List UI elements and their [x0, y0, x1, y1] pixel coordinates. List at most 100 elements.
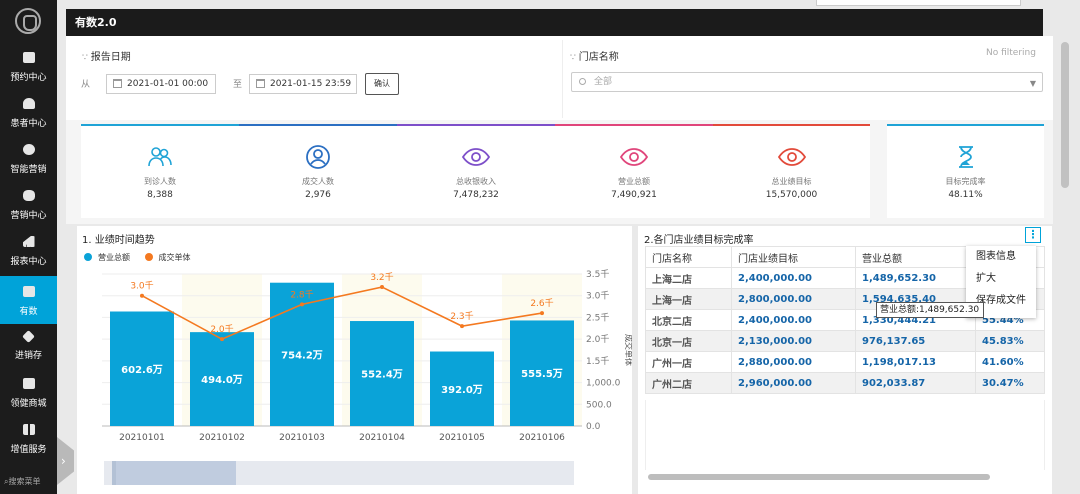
- x-tick-label: 20210103: [279, 433, 325, 443]
- sidebar-item-patients[interactable]: 患者中心: [0, 90, 57, 135]
- bar-data-label: 602.6万: [121, 364, 163, 376]
- x-tick-label: 20210101: [119, 433, 165, 443]
- x-tick-label: 20210106: [519, 433, 565, 443]
- sidebar-item-reports[interactable]: 报表中心: [0, 228, 57, 273]
- col-header[interactable]: 营业总额: [855, 246, 976, 268]
- sidebar: 预约中心 患者中心 智能营销 营销中心 报表中心 有数 进销存 领健商城 增值服…: [0, 0, 57, 494]
- line-data-label: 3.2千: [370, 272, 393, 283]
- kpi-target: 总业绩目标 15,570,000: [713, 124, 870, 218]
- y2-tick-label: 2.0千: [586, 334, 609, 345]
- bar-data-label: 754.2万: [281, 349, 323, 361]
- y2-axis-label: 成交单体: [624, 334, 632, 366]
- y2-tick-label: 0.0: [586, 422, 601, 432]
- line-point: [220, 337, 224, 342]
- divider: [562, 40, 563, 118]
- line-data-label: 2.3千: [450, 311, 473, 322]
- sidebar-item-value-added[interactable]: 增值服务: [0, 416, 57, 461]
- x-tick-label: 20210102: [199, 433, 245, 443]
- sidebar-item-marketing[interactable]: 营销中心: [0, 182, 57, 227]
- chart-zoom-slider[interactable]: [104, 461, 574, 485]
- fan-icon: [22, 190, 35, 201]
- report-date-label: ∵ 报告日期: [82, 52, 131, 63]
- more-icon[interactable]: ⋮: [1025, 227, 1041, 243]
- page-title: 有数2.0: [66, 9, 1043, 36]
- bar-data-label: 552.4万: [361, 369, 403, 381]
- shop-icon: [22, 378, 35, 389]
- y2-tick-label: 3.0千: [586, 291, 609, 302]
- sidebar-item-inventory[interactable]: 进销存: [0, 324, 57, 369]
- kpi-deals: 成交人数 2,976: [239, 124, 397, 218]
- bar-data-label: 494.0万: [201, 374, 243, 386]
- calendar-icon: [256, 79, 265, 88]
- store-select[interactable]: 全部 ▼: [571, 72, 1043, 92]
- line-data-label: 2.6千: [530, 298, 553, 309]
- col-header[interactable]: 门店名称: [645, 246, 732, 268]
- menu-item-expand[interactable]: 扩大: [966, 268, 1036, 290]
- legend-swatch: [84, 253, 92, 261]
- sidebar-collapse-toggle[interactable]: ›: [57, 437, 74, 485]
- y2-tick-label: 2.5千: [586, 312, 609, 323]
- bar-data-label: 555.5万: [521, 368, 563, 380]
- calendar-icon: [22, 52, 35, 63]
- person-circle-icon: [306, 145, 330, 169]
- trend-chart-title: 1. 业绩时间趋势: [82, 235, 155, 246]
- y2-tick-label: 3.5千: [586, 269, 609, 280]
- people-icon: [148, 147, 172, 167]
- to-label: 至: [233, 80, 243, 90]
- legend-swatch: [144, 253, 153, 261]
- store-table-title: 2.各门店业绩目标完成率: [644, 235, 754, 246]
- x-tick-label: 20210105: [439, 433, 485, 443]
- y2-tick-label: 1.5千: [586, 356, 609, 367]
- filter-icon: ∵: [82, 53, 88, 63]
- table-horizontal-scrollbar[interactable]: [648, 474, 990, 480]
- kpi-cash-income: 总收银收入 7,478,232: [397, 124, 555, 218]
- line-data-label: 2.8千: [290, 289, 313, 300]
- x-tick-label: 20210104: [359, 433, 405, 443]
- no-filtering-link[interactable]: No filtering: [986, 48, 1036, 58]
- table-row[interactable]: 广州一店 2,880,000.00 1,198,017.13 41.60%: [645, 351, 1045, 373]
- chevron-down-icon: ▼: [1029, 79, 1036, 88]
- zoom-selection[interactable]: [116, 461, 236, 485]
- filter-icon: ∵: [570, 53, 576, 63]
- layers-icon: [22, 330, 35, 343]
- page-vertical-scrollbar[interactable]: [1061, 42, 1069, 188]
- line-data-label: 3.0千: [130, 281, 153, 292]
- bar-data-label: 392.0万: [441, 384, 483, 396]
- y2-tick-label: 1,000.0: [586, 379, 621, 389]
- top-dropdown-edge: [816, 0, 1021, 6]
- trend-chart: 0.0 500.0 1,000.0 1.5千 2.0千 2.5千 3.0千 3.5千成交单体 6…: [102, 269, 632, 443]
- line-point: [460, 324, 464, 329]
- trend-icon: [22, 286, 35, 297]
- sidebar-item-mall[interactable]: 领健商城: [0, 370, 57, 415]
- eye-icon: [461, 148, 491, 166]
- col-header[interactable]: 门店业绩目标: [731, 246, 856, 268]
- confirm-button[interactable]: 确认: [365, 73, 399, 95]
- calendar-icon: [113, 79, 122, 88]
- grid-icon: [22, 424, 35, 435]
- bar-chart-icon: [22, 236, 35, 247]
- sidebar-item-youshu[interactable]: 有数: [0, 276, 57, 324]
- kpi-completion-rate: 目标完成率 48.11%: [887, 124, 1044, 218]
- menu-item-chart-info[interactable]: 图表信息: [966, 246, 1036, 268]
- start-date-input[interactable]: 2021-01-01 00:00: [106, 74, 216, 94]
- legend-revenue[interactable]: 营业总额: [98, 253, 130, 262]
- menu-search[interactable]: ⌕搜索菜单: [0, 474, 57, 490]
- line-data-label: 2.0千: [210, 324, 233, 335]
- eye-icon: [619, 148, 649, 166]
- line-point: [380, 285, 384, 290]
- logo-icon: [15, 8, 41, 34]
- kpi-visits: 到诊人数 8,388: [81, 124, 239, 218]
- line-point: [300, 302, 304, 307]
- end-date-input[interactable]: 2021-01-15 23:59: [249, 74, 357, 94]
- search-icon: [579, 78, 586, 85]
- sidebar-item-smart-marketing[interactable]: 智能营销: [0, 136, 57, 181]
- table-row[interactable]: 北京一店 2,130,000.00 976,137.65 45.83%: [645, 330, 1045, 352]
- sidebar-item-appointment[interactable]: 预约中心: [0, 44, 57, 89]
- table-row[interactable]: 广州二店 2,960,000.00 902,033.87 30.47%: [645, 372, 1045, 394]
- target-icon: [22, 144, 35, 155]
- legend-deals[interactable]: 成交单体: [159, 253, 191, 262]
- y2-tick-label: 500.0: [586, 400, 612, 410]
- kpi-revenue: 营业总额 7,490,921: [555, 124, 713, 218]
- hourglass-icon: [958, 146, 973, 168]
- eye-icon: [777, 148, 806, 166]
